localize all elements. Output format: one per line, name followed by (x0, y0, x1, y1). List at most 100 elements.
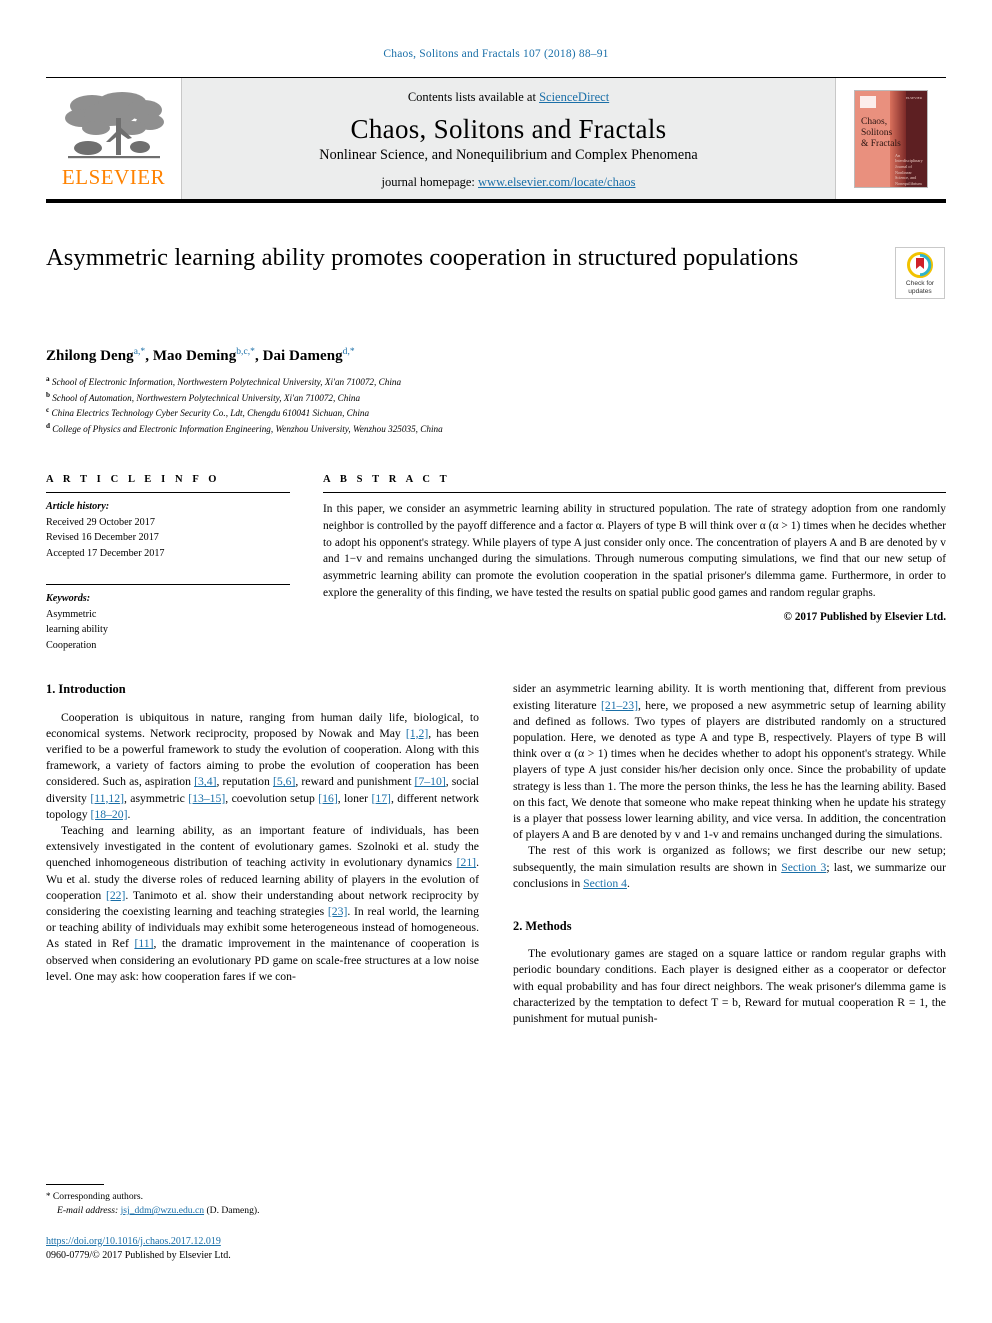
text-run: , loner (337, 791, 372, 805)
author-name: Dai Dameng (262, 348, 343, 364)
text-run: Teaching and learning ability, as an imp… (46, 823, 479, 870)
email-link[interactable]: jsj_ddm@wzu.edu.cn (121, 1205, 204, 1216)
text-run: . (626, 876, 630, 890)
affiliation-mark: a (46, 375, 50, 383)
article-history-label: Article history: (46, 501, 110, 513)
page-title: Asymmetric learning ability promotes coo… (46, 244, 799, 271)
article-info-column: A R T I C L E I N F O Article history: R… (46, 474, 290, 653)
text-run: , coevolution setup (225, 791, 319, 805)
crossmark-label: Check for updates (906, 280, 934, 296)
sciencedirect-link[interactable]: ScienceDirect (539, 90, 609, 104)
body-column-left: 1. Introduction Cooperation is ubiquitou… (46, 681, 479, 1027)
doi-link[interactable]: https://doi.org/10.1016/j.chaos.2017.12.… (46, 1236, 221, 1247)
keywords-label: Keywords: (46, 593, 91, 605)
cover-title-line-1: Chaos, (861, 116, 888, 127)
author-name: Zhilong Deng (46, 348, 134, 364)
section-link[interactable]: Section 4 (583, 877, 627, 890)
elsevier-wordmark: ELSEVIER (61, 165, 166, 189)
author-name: Mao Deming (152, 348, 237, 364)
author-item: Zhilong Denga,* (46, 347, 146, 364)
footnote-rule (46, 1183, 104, 1185)
cover-subtitle: An Interdisciplinary Journal of Nonlinea… (895, 152, 923, 186)
citation-link[interactable]: [21] (457, 856, 476, 869)
author-list: Zhilong Denga,*, Mao Demingb,c,*, Dai Da… (46, 347, 946, 365)
section-heading-introduction: 1. Introduction (46, 682, 126, 697)
journal-homepage-line: journal homepage: www.elsevier.com/locat… (192, 175, 825, 190)
paragraph-intro-3: sider an asymmetric learning ability. It… (513, 681, 946, 843)
author-separator: , (145, 348, 153, 364)
doi-block: https://doi.org/10.1016/j.chaos.2017.12.… (46, 1235, 466, 1263)
crossmark-label-line-1: Check for (905, 279, 935, 287)
citation-link[interactable]: [5,6] (273, 775, 295, 788)
text-run: , here, we proposed a new asymmetric set… (513, 698, 946, 842)
cover-elsevier-mark (860, 95, 876, 108)
cover-title-line-2: Solitons (861, 127, 893, 138)
email-label: E-mail address: (57, 1205, 121, 1217)
homepage-prefix: journal homepage: (381, 175, 479, 190)
article-history-item: Received 29 October 2017 (46, 516, 155, 528)
cover-title-line-3: & Fractals (861, 138, 901, 149)
paragraph-methods-1: The evolutionary games are staged on a s… (513, 947, 946, 1025)
affiliation-text: School of Electronic Information, Northw… (51, 377, 402, 388)
keyword-item: learning ability (46, 624, 108, 636)
affiliation-item: a School of Electronic Information, Nort… (46, 374, 946, 390)
title-block: Asymmetric learning ability promotes coo… (46, 243, 946, 329)
journal-cover-thumbnail: ELSEVIER Chaos, Solitons & Fractals An I… (854, 89, 928, 188)
citation-link[interactable]: [16] (318, 792, 337, 805)
paragraph-intro-1: Cooperation is ubiquitous in nature, ran… (46, 710, 479, 823)
abstract-column: A B S T R A C T In this paper, we consid… (323, 474, 946, 653)
citation-link[interactable]: [17] (371, 792, 390, 805)
section-heading-methods: 2. Methods (513, 919, 572, 934)
email-note: E-mail address: jsj_ddm@wzu.edu.cn (D. D… (46, 1204, 466, 1218)
masthead-bottom-rule (46, 199, 946, 203)
issn-copyright-line: 0960-0779/© 2017 Published by Elsevier L… (46, 1249, 231, 1261)
affiliation-item: c China Electrics Technology Cyber Secur… (46, 405, 946, 421)
article-history-block: Article history: Received 29 October 201… (46, 493, 290, 561)
text-run: , reputation (216, 775, 273, 789)
citation-link[interactable]: [13–15] (188, 792, 225, 805)
affiliation-mark: c (46, 406, 50, 415)
paper-page: Chaos, Solitons and Fractals 107 (2018) … (0, 0, 992, 1323)
journal-homepage-link[interactable]: www.elsevier.com/locate/chaos (478, 175, 635, 189)
affiliation-text: School of Automation, Northwestern Polyt… (52, 392, 361, 403)
footnote-block: * Corresponding authors. E-mail address:… (46, 1183, 466, 1263)
author-marks: b,c, (236, 347, 251, 357)
masthead-center: Contents lists available at ScienceDirec… (181, 78, 836, 199)
author-affil-marks: a,* (134, 347, 146, 357)
running-head: Chaos, Solitons and Fractals 107 (2018) … (383, 48, 609, 60)
citation-link[interactable]: [23] (328, 905, 347, 918)
citation-link[interactable]: [11,12] (90, 792, 124, 805)
contents-line: Contents lists available at ScienceDirec… (192, 90, 825, 105)
crossmark-label-line-2: updates (908, 288, 932, 295)
asterisk-icon: * (46, 1190, 51, 1201)
article-info-heading: A R T I C L E I N F O (46, 474, 221, 486)
affiliation-text: China Electrics Technology Cyber Securit… (51, 408, 370, 419)
affiliation-mark: d (46, 421, 50, 430)
citation-link[interactable]: [22] (106, 889, 125, 902)
corresponding-author-note: * Corresponding authors. (46, 1190, 466, 1204)
abstract-heading: A B S T R A C T (323, 474, 451, 486)
citation-link[interactable]: [3,4] (194, 775, 216, 788)
affiliation-item: d College of Physics and Electronic Info… (46, 421, 946, 437)
citation-link[interactable]: [18–20] (90, 808, 127, 821)
journal-masthead: ELSEVIER Contents lists available at Sci… (46, 77, 946, 199)
article-history-item: Revised 16 December 2017 (46, 532, 159, 544)
cover-corner-label: ELSEVIER (905, 95, 922, 100)
paragraph-intro-4: The rest of this work is organized as fo… (513, 843, 946, 892)
section-link[interactable]: Section 3 (781, 861, 826, 874)
citation-link[interactable]: [11] (134, 937, 153, 950)
journal-title: Chaos, Solitons and Fractals (350, 113, 667, 144)
citation-link[interactable]: [7–10] (415, 775, 446, 788)
citation-link[interactable]: [21–23] (601, 699, 638, 712)
text-run: , reward and punishment (295, 775, 415, 789)
journal-cover-container: ELSEVIER Chaos, Solitons & Fractals An I… (836, 78, 946, 199)
citation-link[interactable]: [1,2] (406, 727, 428, 740)
affiliation-text: College of Physics and Electronic Inform… (52, 423, 443, 434)
author-item: Dai Damengd,* (262, 347, 355, 364)
abstract-copyright: © 2017 Published by Elsevier Ltd. (783, 611, 946, 624)
affiliation-list: a School of Electronic Information, Nort… (46, 374, 946, 436)
crossmark-badge[interactable]: Check for updates (895, 247, 945, 299)
affiliation-item: b School of Automation, Northwestern Pol… (46, 390, 946, 406)
journal-subtitle: Nonlinear Science, and Nonequilibrium an… (319, 147, 698, 164)
corresponding-star[interactable]: * (350, 347, 355, 357)
